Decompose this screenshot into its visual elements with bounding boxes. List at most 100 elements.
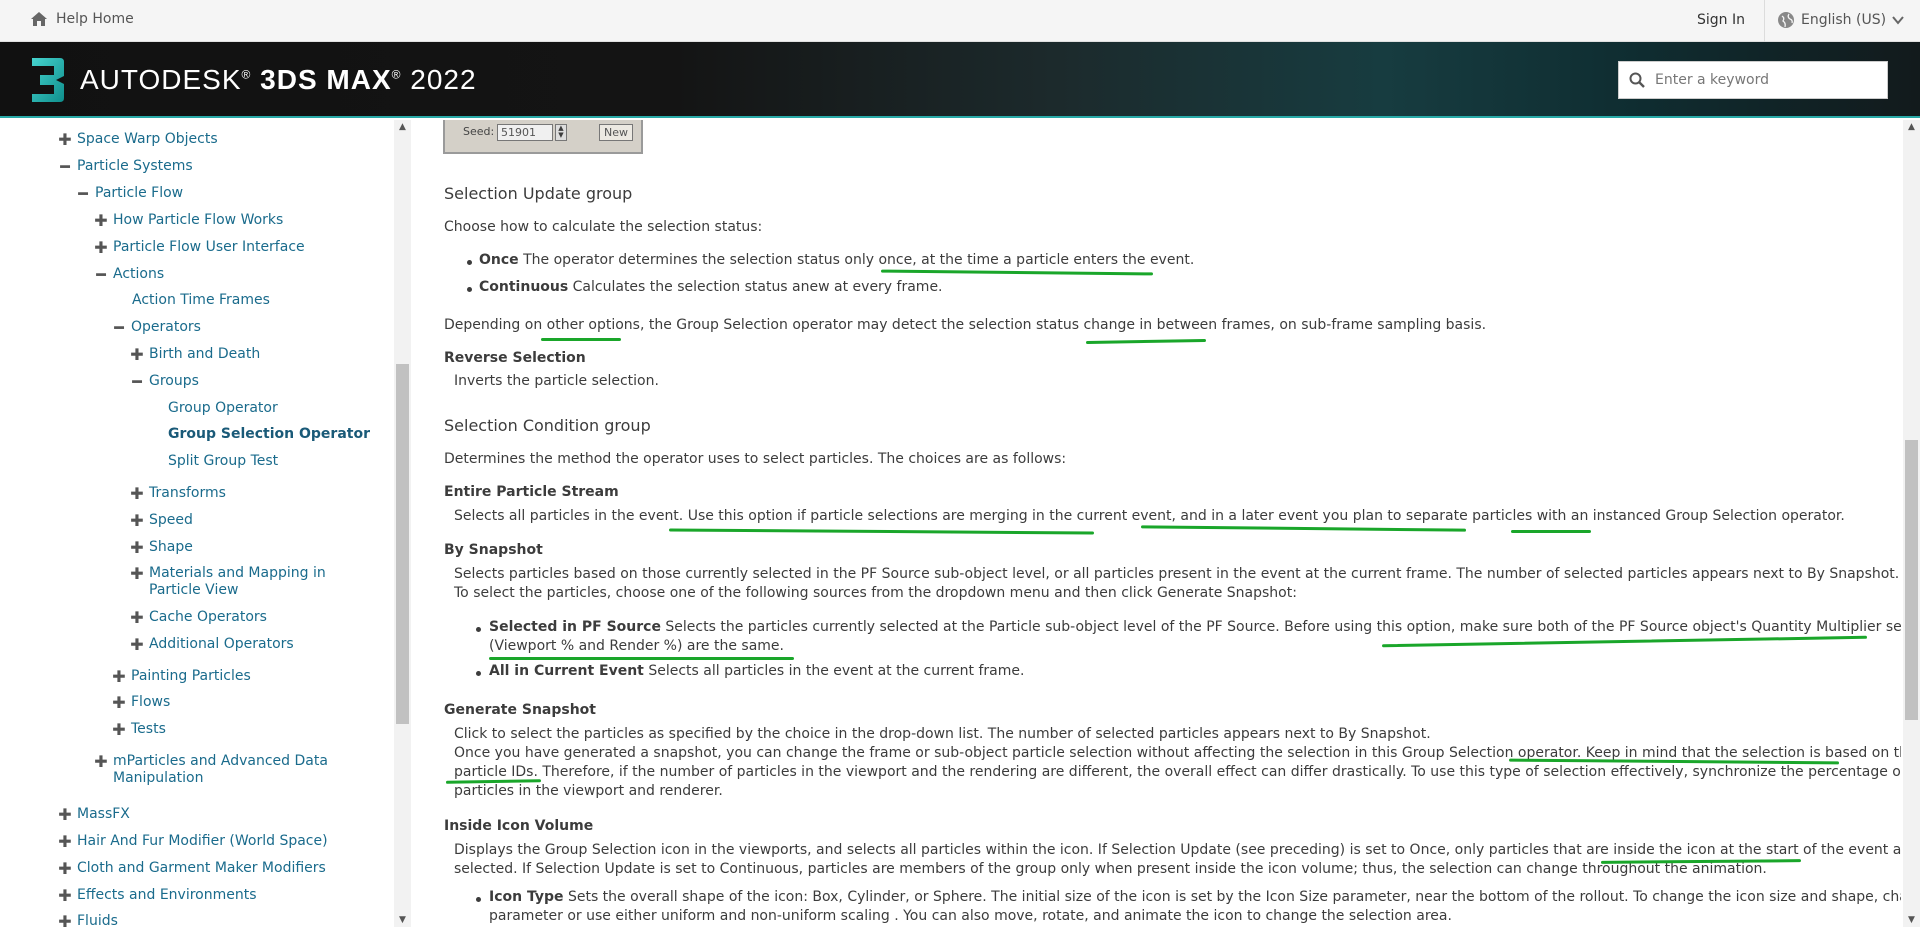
help-home-link[interactable]: Help Home xyxy=(30,11,134,27)
annotation-underline xyxy=(489,657,794,660)
toc-label: Cloth and Garment Maker Modifiers xyxy=(77,860,326,876)
expand-icon[interactable]: ✚ xyxy=(92,212,110,229)
expand-icon[interactable]: ✚ xyxy=(56,806,74,823)
toc-item-action-time-frames[interactable]: Action Time Frames xyxy=(132,292,270,309)
globe-icon xyxy=(1778,12,1794,28)
keyword-search xyxy=(1618,61,1888,99)
seed-rollout-image: Seed: 51901 ▲ ▼ New xyxy=(443,120,643,154)
collapse-icon[interactable]: ━ xyxy=(74,185,92,202)
language-selector[interactable]: English (US) xyxy=(1777,11,1904,29)
expand-icon[interactable]: ✚ xyxy=(128,346,146,363)
expand-icon[interactable]: ✚ xyxy=(56,131,74,148)
depending-paragraph: Depending on other options, the Group Se… xyxy=(444,317,1487,333)
toc-item-materials-and-mapping[interactable]: ✚ Materials and Mapping in Particle View xyxy=(128,565,326,599)
toc-item-groups[interactable]: ━ Groups xyxy=(128,373,199,390)
expand-icon[interactable]: ✚ xyxy=(128,512,146,529)
toc-item-actions[interactable]: ━ Actions xyxy=(92,266,164,283)
toc-item-cloth-garment[interactable]: ✚ Cloth and Garment Maker Modifiers xyxy=(56,860,326,877)
toc-label: How Particle Flow Works xyxy=(113,212,284,228)
toc-item-birth-and-death[interactable]: ✚ Birth and Death xyxy=(128,346,260,363)
product-logo[interactable]: AUTODESK® 3DS MAX® 2022 xyxy=(28,54,477,106)
toc-label: Cache Operators xyxy=(149,609,267,625)
collapse-icon[interactable]: ━ xyxy=(110,319,128,336)
toc-label-line-1: Materials and Mapping in xyxy=(149,565,326,581)
chevron-down-icon xyxy=(1892,16,1904,25)
toc-label: mParticles and Advanced Data Manipulation xyxy=(113,753,328,787)
3ds-max-logo-icon xyxy=(32,58,64,102)
expand-icon[interactable]: ✚ xyxy=(128,539,146,556)
toc-item-particle-flow[interactable]: ━ Particle Flow xyxy=(74,185,183,202)
search-input[interactable] xyxy=(1655,72,1875,88)
expand-icon[interactable]: ✚ xyxy=(56,887,74,904)
toc-label: Speed xyxy=(149,512,193,528)
toc-item-group-operator[interactable]: Group Operator xyxy=(168,400,278,417)
annotation-underline xyxy=(1511,530,1591,533)
expand-icon[interactable]: ✚ xyxy=(128,565,146,582)
expand-icon[interactable]: ✚ xyxy=(56,913,74,927)
expand-icon[interactable]: ✚ xyxy=(56,833,74,850)
toc-item-group-selection-operator[interactable]: Group Selection Operator xyxy=(168,426,370,443)
toc-item-cache-operators[interactable]: ✚ Cache Operators xyxy=(128,609,267,626)
toc-item-effects-environments[interactable]: ✚ Effects and Environments xyxy=(56,887,256,904)
continuous-term: Continuous xyxy=(479,279,569,295)
toc-item-fluids[interactable]: ✚ Fluids xyxy=(56,913,118,927)
toc-item-split-group-test[interactable]: Split Group Test xyxy=(168,453,278,470)
selection-condition-intro: Determines the method the operator uses … xyxy=(444,451,1067,467)
toc-item-massfx[interactable]: ✚ MassFX xyxy=(56,806,130,823)
toc-item-hair-and-fur[interactable]: ✚ Hair And Fur Modifier (World Space) xyxy=(56,833,327,850)
annotation-underline xyxy=(1140,525,1467,532)
toc-item-shape[interactable]: ✚ Shape xyxy=(128,539,193,556)
toc-item-speed[interactable]: ✚ Speed xyxy=(128,512,193,529)
expand-icon[interactable]: ✚ xyxy=(110,668,128,685)
toc-label: Tests xyxy=(131,721,166,737)
toc-item-space-warp-objects[interactable]: ✚ Space Warp Objects xyxy=(56,131,217,148)
expand-icon[interactable]: ✚ xyxy=(128,636,146,653)
toc-item-mparticles[interactable]: ✚ mParticles and Advanced Data Manipulatio… xyxy=(92,753,328,787)
sign-in-link[interactable]: Sign In xyxy=(1697,12,1745,28)
toc-label: Particle Flow User Interface xyxy=(113,239,305,255)
scroll-up-icon[interactable]: ▲ xyxy=(1903,120,1920,134)
annotation-underline xyxy=(880,269,1154,276)
expand-icon[interactable]: ✚ xyxy=(128,485,146,502)
toc-item-particle-systems[interactable]: ━ Particle Systems xyxy=(56,158,193,175)
home-icon xyxy=(31,12,47,26)
toc-label: Split Group Test xyxy=(168,453,279,469)
toc-item-particle-flow-ui[interactable]: ✚ Particle Flow User Interface xyxy=(92,239,305,256)
annotation-underline xyxy=(541,338,621,341)
entire-stream-text: Selects all particles in the event. Use … xyxy=(454,508,1845,524)
sidebar-scroll-thumb[interactable] xyxy=(396,364,409,724)
expand-icon[interactable]: ✚ xyxy=(92,753,110,770)
continuous-text: Calculates the selection status anew at … xyxy=(572,279,943,295)
content-scrollbar[interactable]: ▲ ▼ xyxy=(1903,120,1920,927)
expand-icon[interactable]: ✚ xyxy=(56,860,74,877)
toc-item-tests[interactable]: ✚ Tests xyxy=(110,721,166,738)
selection-update-intro: Choose how to calculate the selection st… xyxy=(444,219,763,235)
toc-item-how-particle-flow-works[interactable]: ✚ How Particle Flow Works xyxy=(92,212,283,229)
expand-icon[interactable]: ✚ xyxy=(92,239,110,256)
toc-item-transforms[interactable]: ✚ Transforms xyxy=(128,485,226,502)
expand-icon[interactable]: ✚ xyxy=(110,721,128,738)
expand-icon[interactable]: ✚ xyxy=(128,609,146,626)
seed-new-button: New xyxy=(599,124,633,141)
reverse-selection-text: Inverts the particle selection. xyxy=(454,373,659,389)
toc-label-line-2: Particle View xyxy=(149,582,239,598)
scroll-up-icon[interactable]: ▲ xyxy=(394,120,411,134)
scroll-down-icon[interactable]: ▼ xyxy=(1903,913,1920,927)
scroll-down-icon[interactable]: ▼ xyxy=(394,913,411,927)
sidebar-scrollbar[interactable]: ▲ ▼ xyxy=(394,120,411,927)
expand-icon[interactable]: ✚ xyxy=(110,694,128,711)
once-term: Once xyxy=(479,252,519,268)
generate-snapshot-text-1: Click to select the particles as specifi… xyxy=(454,726,1431,742)
content-scroll-thumb[interactable] xyxy=(1905,440,1918,720)
toc-label-line-2: Manipulation xyxy=(113,770,204,786)
toc-label: Transforms xyxy=(149,485,226,501)
toc-item-painting-particles[interactable]: ✚ Painting Particles xyxy=(110,668,250,685)
toc-item-operators[interactable]: ━ Operators xyxy=(110,319,201,336)
collapse-icon[interactable]: ━ xyxy=(56,158,74,175)
collapse-icon[interactable]: ━ xyxy=(92,266,110,283)
search-icon[interactable] xyxy=(1629,72,1645,88)
collapse-icon[interactable]: ━ xyxy=(128,373,146,390)
by-snapshot-text-2: To select the particles, choose one of t… xyxy=(454,585,1297,601)
toc-item-additional-operators[interactable]: ✚ Additional Operators xyxy=(128,636,293,653)
toc-item-flows[interactable]: ✚ Flows xyxy=(110,694,170,711)
